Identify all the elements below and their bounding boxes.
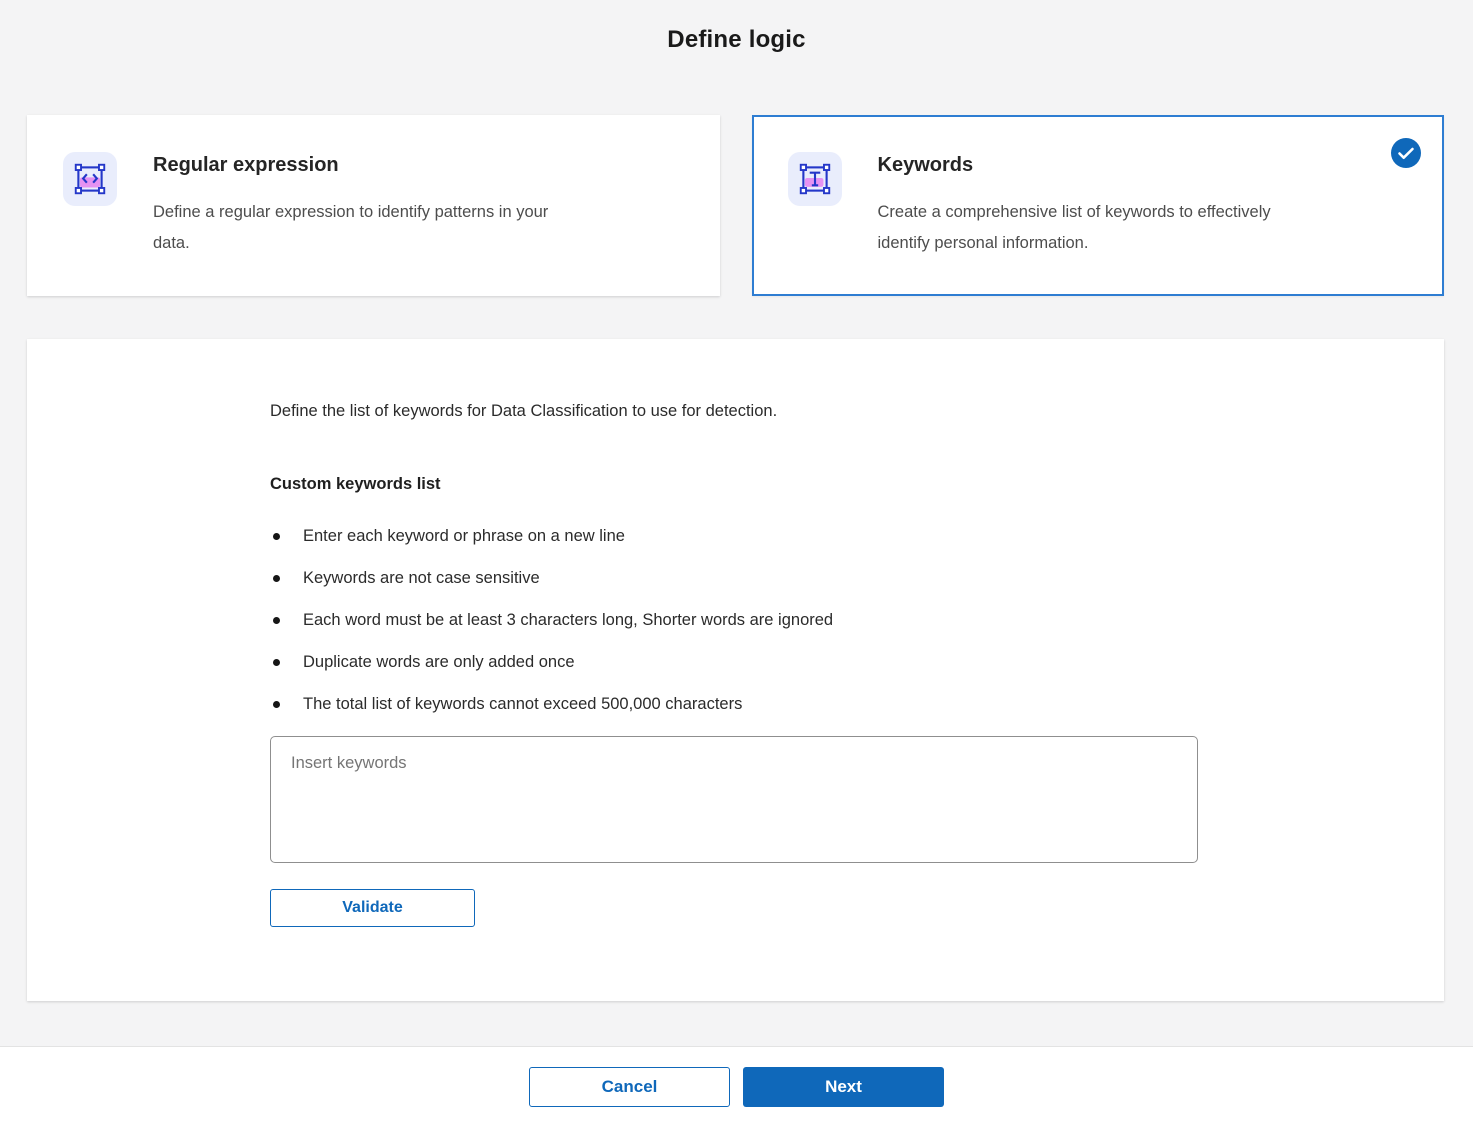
option-description: Create a comprehensive list of keywords …: [878, 197, 1278, 259]
option-card-body: Keywords Create a comprehensive list of …: [878, 152, 1278, 294]
keywords-textarea[interactable]: [270, 736, 1198, 863]
page-title: Define logic: [0, 26, 1473, 54]
option-card-regular-expression[interactable]: Regular expression Define a regular expr…: [27, 115, 720, 296]
code-selection-frame-icon: [63, 152, 117, 206]
rule-text: Enter each keyword or phrase on a new li…: [303, 525, 625, 547]
next-button[interactable]: Next: [743, 1067, 944, 1107]
rule-item: Duplicate words are only added once: [270, 651, 1444, 673]
rule-text: The total list of keywords cannot exceed…: [303, 693, 742, 715]
rule-text: Keywords are not case sensitive: [303, 567, 540, 589]
option-description: Define a regular expression to identify …: [153, 197, 553, 259]
option-title: Keywords: [878, 153, 1278, 177]
selected-check-icon: [1391, 138, 1421, 168]
rule-item: Keywords are not case sensitive: [270, 567, 1444, 589]
bullet-icon: [273, 533, 280, 540]
rule-item: Enter each keyword or phrase on a new li…: [270, 525, 1444, 547]
panel-intro: Define the list of keywords for Data Cla…: [270, 400, 1444, 422]
rules-title: Custom keywords list: [270, 473, 1444, 495]
validate-button[interactable]: Validate: [270, 889, 475, 927]
option-title: Regular expression: [153, 153, 553, 177]
footer-bar: Cancel Next: [0, 1046, 1473, 1130]
bullet-icon: [273, 659, 280, 666]
bullet-icon: [273, 617, 280, 624]
option-card-keywords[interactable]: Keywords Create a comprehensive list of …: [752, 115, 1445, 296]
text-selection-frame-icon: [788, 152, 842, 206]
bullet-icon: [273, 701, 280, 708]
keywords-definition-panel: Define the list of keywords for Data Cla…: [27, 339, 1444, 1001]
rules-list: Enter each keyword or phrase on a new li…: [270, 525, 1444, 715]
rule-text: Each word must be at least 3 characters …: [303, 609, 833, 631]
rule-item: The total list of keywords cannot exceed…: [270, 693, 1444, 715]
option-card-body: Regular expression Define a regular expr…: [153, 152, 553, 296]
rule-item: Each word must be at least 3 characters …: [270, 609, 1444, 631]
logic-option-cards: Regular expression Define a regular expr…: [27, 115, 1444, 296]
bullet-icon: [273, 575, 280, 582]
rule-text: Duplicate words are only added once: [303, 651, 575, 673]
cancel-button[interactable]: Cancel: [529, 1067, 730, 1107]
